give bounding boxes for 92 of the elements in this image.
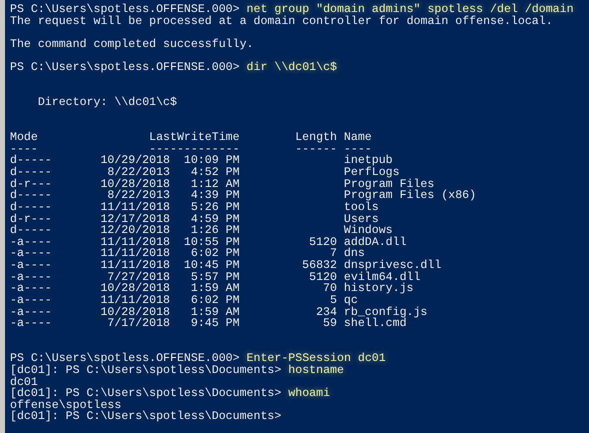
command-text: dir \\dc01\c$ <box>246 62 337 74</box>
table-cell-text: 8/22/2013 <box>107 166 170 179</box>
table-cell-text: d----- <box>10 202 53 214</box>
table-cell: 12/17/2018 <box>100 214 170 226</box>
table-cell-text: 5:26 PM <box>190 202 240 214</box>
output-text: offense\spotless <box>10 400 122 412</box>
header-rule: ---- <box>10 144 38 156</box>
table-cell-text: 70 <box>322 283 337 296</box>
table-cell-text: d----- <box>10 225 53 237</box>
table-cell-text: d----- <box>10 155 53 167</box>
table-cell: 10/28/2018 <box>100 306 170 318</box>
table-cell-text: 1:12 AM <box>190 178 240 190</box>
table-cell-text: 7/27/2018 <box>107 272 170 284</box>
table-cell-text: Users <box>342 214 379 226</box>
table-cell-text: qc <box>342 295 358 307</box>
prompt-text: PS C:\Users\spotless.OFFENSE.000> <box>10 4 240 16</box>
table-cell-text: 5120 <box>308 272 337 284</box>
table-cell-text: dnsprivesc.dll <box>342 260 442 272</box>
table-cell-text: dns <box>342 248 365 260</box>
table-cell-text: -a---- <box>10 248 53 260</box>
table-cell-text: 1:59 AM <box>190 283 240 296</box>
table-cell-text: 10:55 PM <box>182 236 240 248</box>
table-cell-text: 10:09 PM <box>182 155 240 167</box>
output-text: The command completed successfully. <box>10 38 254 51</box>
table-cell-text: 10:45 PM <box>182 260 240 272</box>
table-cell-text: d----- <box>10 166 53 179</box>
table-cell-text: 1:26 PM <box>190 225 240 237</box>
table-cell-text: -a---- <box>10 318 53 330</box>
header-rule: ------ <box>294 144 337 156</box>
table-cell: 10/29/2018 <box>100 155 170 167</box>
command-text: Enter-PSSession dc01 <box>246 353 386 365</box>
table-cell-text: 5:57 PM <box>190 272 240 284</box>
table-cell-text: 9:45 PM <box>190 318 240 330</box>
output-text: dc01 <box>10 376 38 388</box>
table-cell-text: 6:02 PM <box>190 248 240 260</box>
table-cell-text: -a---- <box>10 283 53 296</box>
table-cell-text: 59 <box>322 318 337 330</box>
command-text: whoami <box>288 388 330 400</box>
table-cell-text: d-r--- <box>10 214 53 226</box>
output-text: The request will be processed at a domain controller for domain offense.local. <box>10 16 553 28</box>
column-header: Length <box>294 132 337 144</box>
table-cell-text: rb_config.js <box>342 306 428 318</box>
table-cell-text: -a---- <box>10 306 53 318</box>
prompt-text: [dc01]: PS C:\Users\spotless\Documents> <box>10 411 282 424</box>
table-cell-text: evilm64.dll <box>342 272 420 284</box>
command-text: net group "domain admins" spotless /del /domain <box>246 4 574 16</box>
table-cell-text: 7 <box>330 248 337 260</box>
table-cell-text: -a---- <box>10 236 53 248</box>
table-cell-text: 1:59 AM <box>190 306 240 318</box>
table-cell-text: 7/17/2018 <box>106 318 170 330</box>
prompt-text: [dc01]: PS C:\Users\spotless\Documents> <box>10 364 282 376</box>
table-cell-text: tools <box>342 202 379 214</box>
table-cell-text: 4:52 PM <box>190 166 240 179</box>
table-cell: 10/28/2018 <box>100 283 170 296</box>
table-cell: 11/11/2018 <box>100 236 170 248</box>
table-cell: 12/20/2018 <box>100 225 170 237</box>
prompt-text: PS C:\Users\spotless.OFFENSE.000> <box>10 62 240 74</box>
table-cell-text: 4:39 PM <box>190 190 240 202</box>
table-cell-text: 234 <box>315 306 337 318</box>
prompt-text: [dc01]: PS C:\Users\spotless\Documents> <box>10 388 282 400</box>
table-cell-text: -a---- <box>10 272 53 284</box>
table-cell: 11/11/2018 <box>100 248 170 260</box>
column-header: Mode <box>10 132 39 144</box>
command-text: hostname <box>288 364 344 376</box>
table-cell: 11/11/2018 <box>100 260 170 272</box>
table-cell: 10/28/2018 <box>100 178 170 190</box>
table-cell-text: shell.cmd <box>342 318 407 330</box>
table-cell-text: d----- <box>10 190 53 202</box>
table-cell-text: history.js <box>342 283 414 296</box>
table-cell-text: Program Files (x86) <box>342 190 476 202</box>
table-cell-text: Program Files <box>342 178 434 190</box>
table-cell-text: inetpub <box>342 155 393 167</box>
table-cell-text: -a---- <box>10 295 53 307</box>
table-cell-text: 5 <box>330 295 337 307</box>
header-rule: ------------- <box>149 144 240 156</box>
table-cell-text: 6:02 PM <box>190 295 240 307</box>
table-cell-text: d-r--- <box>10 178 53 190</box>
header-rule: ---- <box>342 144 372 156</box>
table-cell-text: PerfLogs <box>342 166 400 179</box>
column-header: Name <box>342 132 372 144</box>
table-cell-text: 5120 <box>308 236 337 248</box>
prompt-text: PS C:\Users\spotless.OFFENSE.000> <box>10 353 240 365</box>
table-cell-text: 4:59 PM <box>190 214 240 226</box>
table-cell-text: 56832 <box>301 260 337 272</box>
column-header: LastWriteTime <box>149 132 240 144</box>
table-cell: 11/11/2018 <box>100 295 170 307</box>
directory-heading: Directory: \\dc01\c$ <box>38 97 177 109</box>
table-cell: 11/11/2018 <box>100 202 170 214</box>
table-cell-text: 8/22/2013 <box>107 190 170 202</box>
table-cell-text: Windows <box>342 225 393 237</box>
table-cell-text: addDA.dll <box>342 236 407 248</box>
table-cell-text: -a---- <box>10 260 53 272</box>
